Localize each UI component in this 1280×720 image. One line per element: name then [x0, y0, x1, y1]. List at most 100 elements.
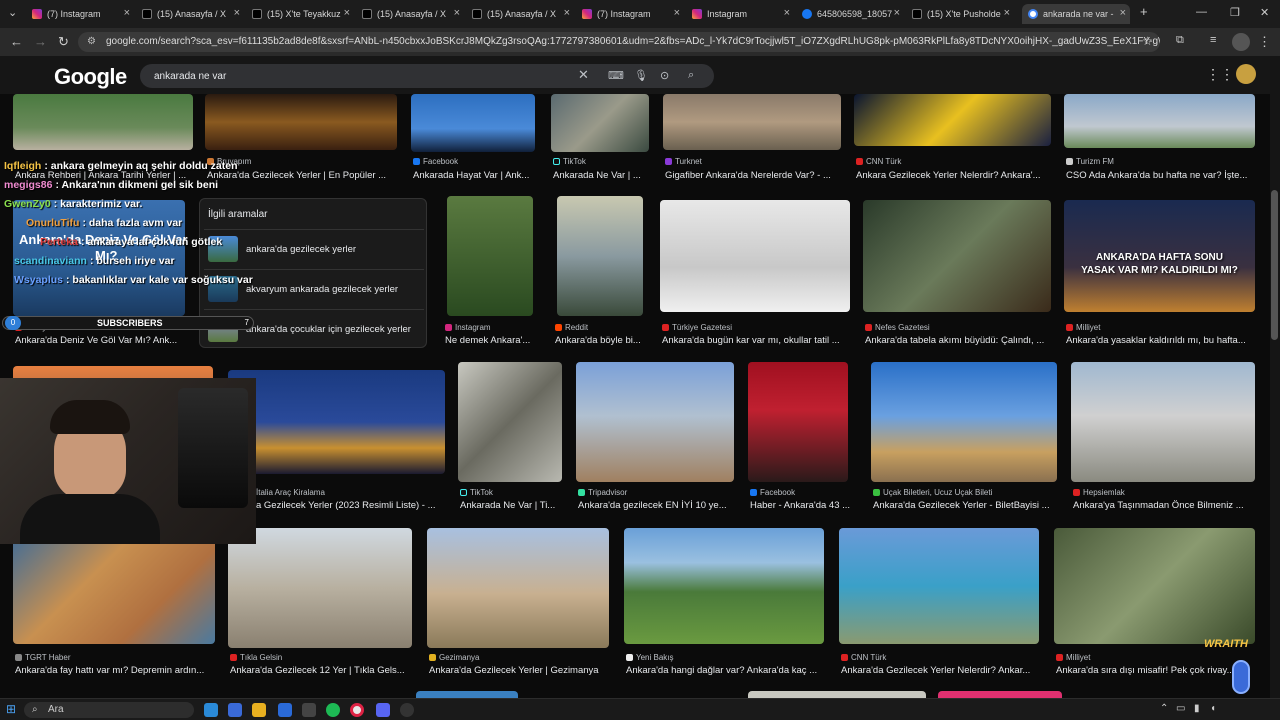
result-title[interactable]: Ankara'da böyle bi... [555, 335, 647, 346]
result-title[interactable]: Ankara'da gezilecek EN İYİ 10 ye... [578, 500, 734, 511]
chrome-icon[interactable] [350, 703, 364, 717]
tab-x-pusholder[interactable]: (15) X'te Pusholde × [906, 4, 1014, 24]
result-image[interactable] [663, 94, 841, 150]
image-result[interactable]: Facebook Ankarada Hayat Var | Ank... [411, 94, 535, 184]
clear-icon[interactable]: ✕ [578, 67, 589, 83]
result-image[interactable] [1071, 362, 1255, 482]
image-result[interactable]: Facebook Haber - Ankara'da 43 ... [748, 362, 852, 516]
result-image[interactable] [551, 94, 649, 152]
tab-x-teyakkuz[interactable]: (15) X'te Teyakkuz × [246, 4, 354, 24]
new-tab-icon[interactable]: + [1140, 4, 1148, 19]
result-image[interactable] [13, 94, 193, 150]
image-result[interactable]: Türkiye Gazetesi Ankara'da bugün kar var… [660, 200, 850, 350]
result-title[interactable]: Ankarada Hayat Var | Ank... [413, 170, 537, 181]
image-result[interactable]: Tripadvisor Ankara'da gezilecek EN İYİ 1… [576, 362, 734, 516]
result-image[interactable] [557, 196, 643, 316]
keyboard-icon[interactable]: ⌨ [608, 69, 624, 82]
result-title[interactable]: a Gezilecek Yerler (2023 Resimli Liste) … [256, 500, 442, 511]
result-title[interactable]: Ankara'da Gezilecek Yerler Nelerdir? Ank… [841, 665, 1039, 676]
image-result[interactable]: TikTok Ankarada Ne Var | ... [551, 94, 649, 184]
image-result[interactable]: CNN Türk Ankara Gezilecek Yerler Nelerdi… [854, 94, 1051, 184]
close-icon[interactable]: × [234, 7, 240, 19]
result-title[interactable]: Ankara'da bugün kar var mı, okullar tati… [662, 335, 850, 346]
mic-icon[interactable]: 🎙 [634, 69, 648, 82]
copilot-icon[interactable] [228, 703, 242, 717]
result-title[interactable]: Ne demek Ankara'... [445, 335, 541, 346]
tab-x-anasayfa-3[interactable]: (15) Anasayfa / X × [466, 4, 574, 24]
image-result[interactable]: TGRT Haber Ankara'da fay hattı var mı? D… [13, 528, 215, 678]
result-title[interactable]: Ankara Gezilecek Yerler Nelerdir? Ankara… [856, 170, 1051, 181]
image-result[interactable]: Turknet Gigafiber Ankara'da Nerelerde Va… [663, 94, 841, 184]
result-title[interactable]: Ankarada Ne Var | ... [553, 170, 651, 181]
image-result[interactable]: CNN Türk Ankara'da Gezilecek Yerler Nele… [839, 528, 1039, 678]
result-image[interactable]: ANKARA'DA HAFTA SONU YASAK VAR MI? KALDI… [1064, 200, 1255, 312]
tab-instagram-1[interactable]: (7) Instagram × [26, 4, 134, 24]
account-avatar[interactable] [1236, 64, 1256, 84]
related-search-item[interactable]: ankara'da gezilecek yerler [204, 229, 424, 267]
image-result[interactable]: Tıkla Gelsin Ankara'da Gezilecek 12 Yer … [228, 528, 412, 678]
profile-avatar[interactable] [1232, 33, 1250, 51]
result-title[interactable]: Ankarada Ne Var | Ti... [460, 500, 564, 511]
volume-icon[interactable]: ◖ [1210, 703, 1216, 714]
tab-instagram-2[interactable]: (7) Instagram × [576, 4, 684, 24]
image-result[interactable]: ANKARA'DA HAFTA SONU YASAK VAR MI? KALDI… [1064, 200, 1255, 350]
result-image[interactable] [863, 200, 1051, 312]
restore-icon[interactable]: ❐ [1230, 6, 1240, 19]
image-result[interactable]: Reddit Ankara'da böyle bi... [553, 196, 645, 350]
result-title[interactable]: Gigafiber Ankara'da Nerelerde Var? - ... [665, 170, 843, 181]
result-image[interactable] [871, 362, 1057, 482]
close-icon[interactable]: × [784, 7, 790, 19]
image-result[interactable]: TikTok Ankarada Ne Var | Ti... [458, 362, 562, 516]
tab-x-anasayfa-2[interactable]: (15) Anasayfa / X × [356, 4, 464, 24]
close-icon[interactable]: × [344, 7, 350, 19]
reload-icon[interactable]: ↻ [58, 34, 69, 50]
result-title[interactable]: Haber - Ankara'da 43 ... [750, 500, 854, 511]
result-image[interactable] [228, 528, 412, 648]
image-result[interactable]: Hepsiemlak Ankara'ya Taşınmadan Önce Bil… [1071, 362, 1255, 516]
close-icon[interactable]: × [454, 7, 460, 19]
apps-grid-icon[interactable]: ⋮⋮ [1206, 66, 1234, 83]
image-result[interactable]: İtalia Araç Kiralama a Gezilecek Yerler … [228, 370, 445, 516]
result-title[interactable]: Ankara'da fay hattı var mı? Depremin ard… [15, 665, 215, 676]
result-image[interactable] [624, 528, 824, 644]
result-title[interactable]: Ankara'da tabela akımı büyüdü: Çalındı, … [865, 335, 1051, 346]
result-image[interactable] [411, 94, 535, 152]
mic-tray-icon[interactable]: ▮ [1194, 703, 1200, 714]
result-title[interactable]: Ankara'da hangi dağlar var? Ankara'da ka… [626, 665, 824, 676]
forward-icon[interactable]: → [34, 34, 47, 49]
result-image[interactable] [416, 691, 518, 698]
image-result[interactable]: Turizm FM CSO Ada Ankara'da bu hafta ne … [1064, 94, 1255, 184]
close-icon[interactable]: × [564, 7, 570, 19]
tab-x-anasayfa-1[interactable]: (15) Anasayfa / X × [136, 4, 244, 24]
result-image[interactable] [427, 528, 609, 648]
media-controls-icon[interactable]: ≡ [1210, 34, 1216, 46]
search-box[interactable]: ✕ ⌨ 🎙 ⊙ ⌕ [140, 64, 714, 88]
obs-icon[interactable] [400, 703, 414, 717]
close-icon[interactable]: × [1004, 7, 1010, 19]
spotify-icon[interactable] [326, 703, 340, 717]
close-icon[interactable]: × [674, 7, 680, 19]
close-icon[interactable]: × [1120, 7, 1126, 19]
tab-instagram-3[interactable]: Instagram × [686, 4, 794, 24]
result-image[interactable] [748, 362, 848, 482]
image-result[interactable]: Nefes Gazetesi Ankara'da tabela akımı bü… [863, 200, 1051, 350]
tab-search-icon[interactable]: ⌄ [8, 6, 17, 19]
store-icon[interactable] [302, 703, 316, 717]
result-image[interactable] [1054, 528, 1255, 644]
result-image[interactable] [13, 528, 215, 644]
file-explorer-icon[interactable] [252, 703, 266, 717]
result-image[interactable] [1064, 94, 1255, 148]
result-title[interactable]: Ankara'da Deniz Ve Göl Var Mı? Ank... [15, 335, 185, 346]
result-image[interactable] [228, 370, 445, 474]
network-icon[interactable]: ▭ [1176, 703, 1185, 714]
image-result[interactable]: Gezimanya Ankara'da Gezilecek Yerler | G… [427, 528, 609, 678]
taskbar-search[interactable]: ⌕ Ara [24, 702, 194, 718]
scrollbar-track[interactable] [1270, 56, 1280, 698]
result-title[interactable]: Ankara'ya Taşınmadan Önce Bilmeniz ... [1073, 500, 1255, 511]
image-result[interactable]: Uçak Biletleri, Ucuz Uçak Bileti Ankara'… [871, 362, 1057, 516]
image-result[interactable]: Milliyet Ankara'da sıra dışı misafir! Pe… [1054, 528, 1255, 678]
result-image[interactable] [839, 528, 1039, 644]
result-image[interactable] [205, 94, 397, 150]
close-icon[interactable]: × [124, 7, 130, 19]
search-icon[interactable]: ⌕ [688, 69, 694, 82]
